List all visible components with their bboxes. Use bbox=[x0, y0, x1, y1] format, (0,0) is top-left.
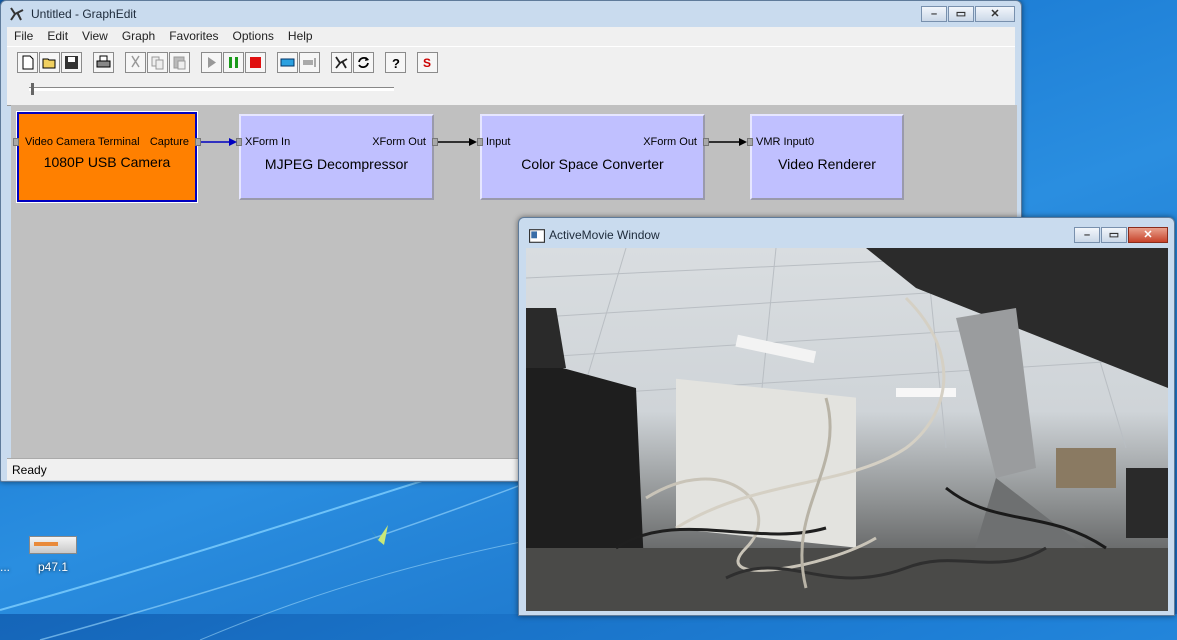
filter-graph-icon bbox=[335, 56, 348, 69]
frame-step-button[interactable] bbox=[299, 52, 320, 73]
pause-button[interactable] bbox=[223, 52, 244, 73]
play-icon bbox=[208, 57, 216, 68]
menu-help[interactable]: Help bbox=[281, 27, 320, 46]
desktop-icon-partial-label: ... bbox=[0, 560, 10, 574]
close-icon: ✕ bbox=[1143, 229, 1153, 241]
refresh-icon bbox=[358, 57, 369, 68]
svg-text:?: ? bbox=[392, 56, 400, 70]
refresh-button[interactable] bbox=[353, 52, 374, 73]
file-icon bbox=[29, 536, 77, 554]
am-title-bar[interactable]: ActiveMovie Window – ▭ ✕ bbox=[519, 218, 1174, 244]
save-icon bbox=[65, 56, 78, 69]
seek-bar-row bbox=[7, 78, 1015, 106]
desktop-icon-p47[interactable]: p47.1 bbox=[18, 536, 88, 574]
activemovie-window: ActiveMovie Window – ▭ ✕ bbox=[518, 217, 1175, 616]
cut-icon bbox=[131, 55, 140, 68]
toolbar: ? S bbox=[7, 46, 1015, 80]
pause-icon bbox=[229, 57, 238, 68]
cut-button[interactable] bbox=[125, 52, 146, 73]
graphedit-app-icon bbox=[10, 7, 24, 21]
help-button[interactable]: ? bbox=[385, 52, 406, 73]
menu-bar: File Edit View Graph Favorites Options H… bbox=[7, 27, 1015, 46]
copy-icon bbox=[151, 56, 164, 70]
menu-favorites[interactable]: Favorites bbox=[162, 27, 225, 46]
video-window-icon bbox=[529, 229, 545, 243]
minimize-icon: – bbox=[1083, 229, 1091, 241]
new-button[interactable] bbox=[17, 52, 38, 73]
window-title: Untitled - GraphEdit bbox=[31, 7, 137, 21]
desktop-icon-label: p47.1 bbox=[37, 560, 69, 574]
sync-button[interactable]: S bbox=[417, 52, 438, 73]
sync-icon: S bbox=[423, 56, 431, 70]
menu-file[interactable]: File bbox=[7, 27, 40, 46]
seek-bar[interactable] bbox=[29, 87, 394, 91]
stop-button[interactable] bbox=[245, 52, 266, 73]
save-button[interactable] bbox=[61, 52, 82, 73]
help-icon: ? bbox=[392, 56, 400, 70]
status-text: Ready bbox=[12, 463, 47, 477]
new-icon bbox=[22, 55, 34, 70]
seek-icon bbox=[280, 58, 295, 67]
paste-icon bbox=[173, 56, 186, 70]
svg-text:S: S bbox=[423, 56, 431, 70]
copy-button[interactable] bbox=[147, 52, 168, 73]
maximize-button[interactable]: ▭ bbox=[948, 6, 974, 22]
open-icon bbox=[42, 58, 56, 69]
play-button[interactable] bbox=[201, 52, 222, 73]
filter-graph-button[interactable] bbox=[331, 52, 352, 73]
video-frame bbox=[526, 248, 1168, 611]
am-close-button[interactable]: ✕ bbox=[1128, 227, 1168, 243]
title-bar[interactable]: Untitled - GraphEdit – ▭ ✕ bbox=[1, 1, 1021, 27]
camera-scene bbox=[526, 248, 1168, 611]
seek-thumb[interactable] bbox=[31, 83, 34, 95]
minimize-icon: – bbox=[930, 8, 938, 20]
maximize-icon: ▭ bbox=[1108, 229, 1120, 241]
print-icon bbox=[96, 55, 111, 68]
connection-arrows bbox=[201, 138, 747, 146]
am-maximize-button[interactable]: ▭ bbox=[1101, 227, 1127, 243]
close-icon: ✕ bbox=[990, 8, 1000, 20]
open-button[interactable] bbox=[39, 52, 60, 73]
menu-graph[interactable]: Graph bbox=[115, 27, 162, 46]
menu-options[interactable]: Options bbox=[226, 27, 281, 46]
menu-view[interactable]: View bbox=[75, 27, 115, 46]
am-window-title: ActiveMovie Window bbox=[549, 228, 660, 242]
seek-button[interactable] bbox=[277, 52, 298, 73]
print-button[interactable] bbox=[93, 52, 114, 73]
maximize-icon: ▭ bbox=[955, 8, 967, 20]
minimize-button[interactable]: – bbox=[921, 6, 947, 22]
am-minimize-button[interactable]: – bbox=[1074, 227, 1100, 243]
close-button[interactable]: ✕ bbox=[975, 6, 1015, 22]
frame-step-icon bbox=[303, 58, 316, 67]
stop-icon bbox=[250, 57, 261, 68]
paste-button[interactable] bbox=[169, 52, 190, 73]
menu-edit[interactable]: Edit bbox=[40, 27, 75, 46]
